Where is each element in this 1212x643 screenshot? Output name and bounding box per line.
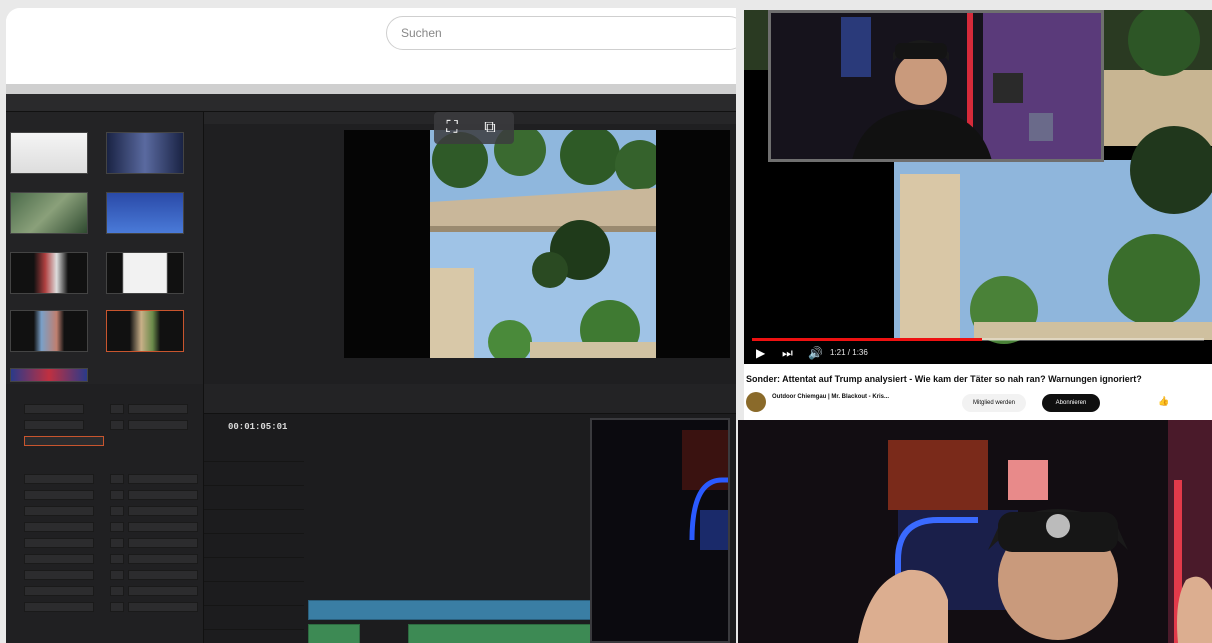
video-frame <box>738 420 1212 643</box>
editor-menubar <box>6 84 736 94</box>
inspector-row <box>10 420 200 432</box>
inspector-row <box>10 474 200 486</box>
video-viewer: ⛶ ⧉ <box>204 112 736 384</box>
track-header[interactable] <box>204 608 304 630</box>
screenshot-root: ⛶ ⧉ 00:01:05 <box>0 0 1212 643</box>
media-thumb[interactable] <box>106 252 184 294</box>
media-thumb-selected[interactable] <box>106 310 184 352</box>
search-input[interactable] <box>401 26 701 40</box>
inspector-row <box>10 586 200 598</box>
webcam-pip <box>768 10 1104 162</box>
inspector-row <box>10 570 200 582</box>
browser-header <box>6 8 736 86</box>
second-video[interactable] <box>738 420 1212 643</box>
video-clip[interactable] <box>308 600 596 620</box>
media-thumb[interactable] <box>10 310 88 352</box>
channel-avatar[interactable] <box>746 392 766 412</box>
timeline-toolbar <box>204 384 736 414</box>
inspector-row <box>10 602 200 614</box>
track-header[interactable] <box>204 536 304 558</box>
track-header[interactable] <box>204 440 304 462</box>
exit-fullscreen-icon[interactable]: ⛶ <box>442 118 462 138</box>
inspector-row <box>10 538 200 550</box>
join-button[interactable]: Mitglied werden <box>962 394 1026 412</box>
youtube-player[interactable]: ▶ ⏭ 🔊 1:21 / 1:36 <box>744 10 1212 364</box>
inspector-row <box>10 490 200 502</box>
track-header[interactable] <box>204 584 304 606</box>
inspector-panel <box>6 384 204 643</box>
video-title[interactable]: Sonder: Attentat auf Trump analysiert - … <box>746 374 1142 384</box>
media-thumb[interactable] <box>106 132 184 174</box>
video-info: Sonder: Attentat auf Trump analysiert - … <box>744 364 1212 420</box>
picture-in-picture-icon[interactable]: ⧉ <box>480 118 500 138</box>
media-thumb[interactable] <box>10 252 88 294</box>
media-thumb[interactable] <box>10 192 88 234</box>
track-header[interactable] <box>204 560 304 582</box>
progress-played[interactable] <box>752 338 982 341</box>
track-header[interactable] <box>204 512 304 534</box>
video-time: 1:21 / 1:36 <box>830 348 868 357</box>
player-controls: ▶ ⏭ 🔊 1:21 / 1:36 <box>744 338 1212 364</box>
inspector-row <box>10 522 200 534</box>
skip-next-icon[interactable]: ⏭ <box>782 346 793 361</box>
inspector-row <box>10 554 200 566</box>
track-header[interactable] <box>204 488 304 510</box>
webcam-overlay <box>590 418 730 643</box>
audio-clip[interactable] <box>408 624 596 643</box>
progress-remaining[interactable] <box>982 338 1204 341</box>
viewer-image <box>430 130 656 358</box>
media-thumb[interactable] <box>106 192 184 234</box>
audio-clip[interactable] <box>308 624 360 643</box>
timeline-timecode: 00:01:05:01 <box>228 422 288 432</box>
inspector-row <box>10 404 200 416</box>
inspector-row <box>10 506 200 518</box>
media-thumb[interactable] <box>10 132 88 174</box>
floating-video-controls: ⛶ ⧉ <box>434 112 514 144</box>
volume-icon[interactable]: 🔊 <box>808 346 823 360</box>
media-thumb[interactable] <box>10 368 88 382</box>
play-icon[interactable]: ▶ <box>756 346 765 360</box>
subscribe-button[interactable]: Abonnieren <box>1042 394 1100 412</box>
viewer-frame <box>344 130 730 358</box>
like-icon[interactable]: 👍 <box>1158 396 1169 407</box>
inspector-row <box>10 436 200 448</box>
track-header[interactable] <box>204 464 304 486</box>
editor-toolbar <box>6 94 736 112</box>
search-box[interactable] <box>386 16 736 50</box>
channel-name[interactable]: Outdoor Chiemgau | Mr. Blackout - Kris..… <box>772 394 889 400</box>
media-pool <box>6 112 204 384</box>
